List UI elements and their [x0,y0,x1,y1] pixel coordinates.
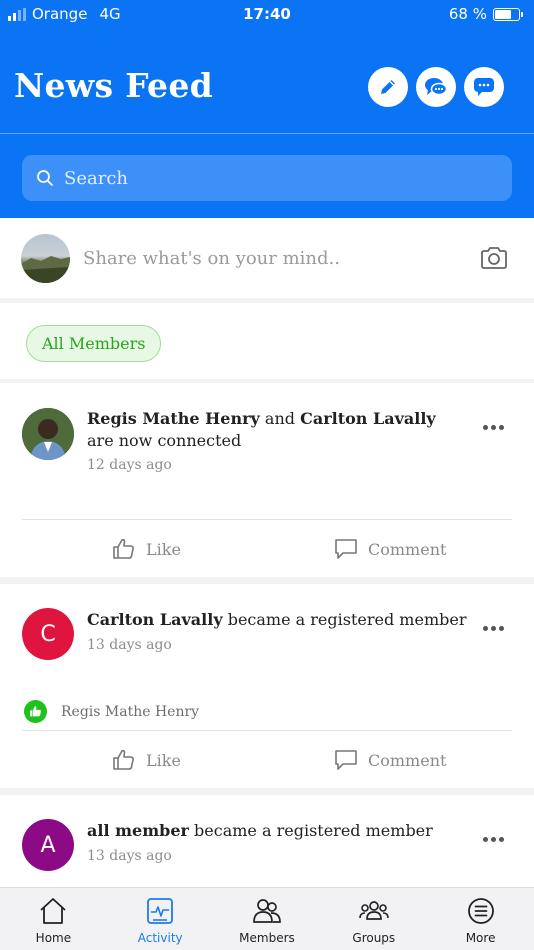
edit-icon [381,80,395,94]
camera-button[interactable] [480,246,508,274]
post-joiner: and [264,409,296,428]
menu-icon [467,898,494,924]
activity-post: A all member became a registered member … [0,795,534,887]
status-bar: Orange 4G 17:40 68 % [0,4,534,26]
likes-summary[interactable]: Regis Mathe Henry [24,700,199,723]
comment-label: Comment [368,539,447,559]
thumbs-up-icon [113,749,134,770]
comment-icon [335,539,357,559]
post-action: became a registered member [227,610,467,629]
post-text: Regis Mathe Henry and Carlton Lavally ar… [87,408,467,452]
composer[interactable]: Share what's on your mind.. [0,218,534,298]
like-label: Like [146,750,181,770]
like-button[interactable]: Like [112,537,181,561]
tab-activity[interactable]: Activity [107,888,214,950]
message-icon [474,78,494,96]
post-time: 12 days ago [87,457,172,473]
post-time: 13 days ago [87,637,172,653]
tab-groups[interactable]: Groups [320,888,427,950]
tab-label: Activity [137,931,183,945]
header-divider [0,133,534,134]
user-avatar [21,234,70,283]
header: Orange 4G 17:40 68 % News Feed Search [0,0,534,218]
more-options-button[interactable] [483,626,504,631]
composer-placeholder: Share what's on your mind.. [83,248,340,269]
post-action: became a registered member [194,821,433,840]
messages-button[interactable] [416,67,456,107]
like-button[interactable]: Like [112,748,181,772]
filter-all-members[interactable]: All Members [26,325,162,362]
post-actor2-link[interactable]: Carlton Lavally [300,409,436,428]
tab-label: More [465,931,496,945]
comment-button[interactable]: Comment [334,748,446,772]
activity-post: C Carlton Lavally became a registered me… [0,584,534,788]
more-options-button[interactable] [483,837,504,842]
battery-label: 68 % [448,5,487,23]
tab-label: Members [239,931,295,945]
search-input[interactable]: Search [22,155,512,201]
tab-more[interactable]: More [427,888,534,950]
post-actor-link[interactable]: Regis Mathe Henry [87,409,260,428]
divider [22,519,512,520]
post-avatar[interactable]: A [22,819,74,871]
post-avatar[interactable] [22,408,74,460]
tab-members[interactable]: Members [214,888,321,950]
notifications-button[interactable] [464,67,504,107]
home-icon [40,898,66,924]
tab-label: Groups [352,931,396,945]
comment-icon [335,750,357,770]
liked-by-name: Regis Mathe Henry [61,703,200,720]
battery-icon [493,7,523,21]
page-title: News Feed [14,66,214,105]
groups-icon [358,901,389,920]
post-text: Carlton Lavally became a registered memb… [87,609,467,631]
comment-button[interactable]: Comment [334,537,446,561]
search-placeholder: Search [64,167,128,189]
liked-icon [24,700,47,723]
post-action: are now connected [87,431,242,450]
post-actor-link[interactable]: Carlton Lavally [87,610,223,629]
activity-post: Regis Mathe Henry and Carlton Lavally ar… [0,383,534,577]
post-time: 13 days ago [87,848,172,864]
camera-icon [481,247,507,269]
post-avatar[interactable]: C [22,608,74,660]
tab-label: Home [35,931,72,945]
chat-bubbles-icon [425,78,448,96]
compose-button[interactable] [368,67,408,107]
search-icon [37,170,53,186]
divider [22,730,512,731]
thumbs-up-icon [113,538,134,559]
comment-label: Comment [368,750,447,770]
tab-bar: Home Activity Members Groups More [0,887,534,950]
more-options-button[interactable] [483,425,504,430]
like-label: Like [146,539,181,559]
filter-bar: All Members [0,303,534,379]
post-actor-link[interactable]: all member [87,821,189,840]
post-text: all member became a registered member [87,820,467,842]
tab-home[interactable]: Home [0,888,107,950]
members-icon [253,899,281,923]
activity-icon [147,898,174,924]
